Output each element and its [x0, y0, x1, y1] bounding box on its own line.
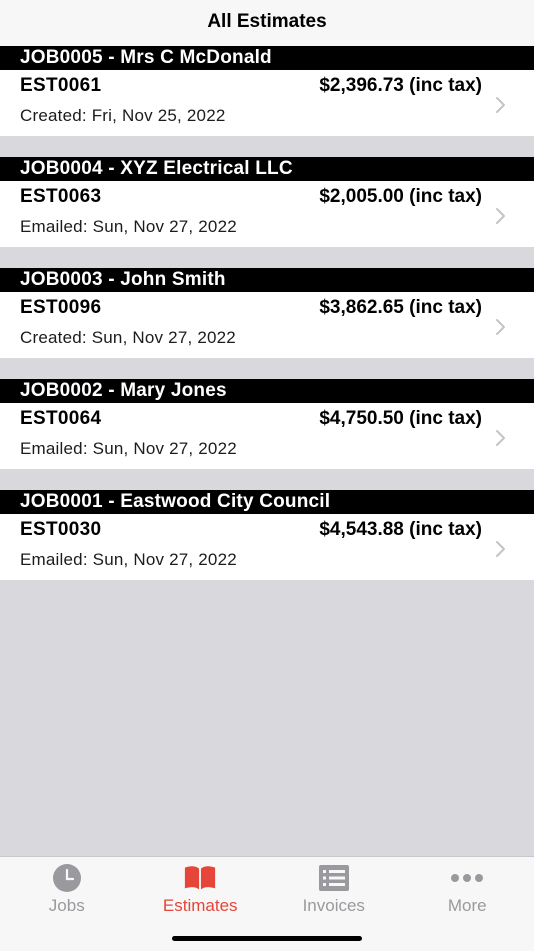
- tab-label: Invoices: [303, 896, 365, 916]
- estimate-row[interactable]: EST0030 $4,543.88 (inc tax) Emailed: Sun…: [0, 514, 534, 580]
- estimate-status: Emailed: Sun, Nov 27, 2022: [20, 217, 237, 237]
- estimate-status: Emailed: Sun, Nov 27, 2022: [20, 550, 237, 570]
- tab-more[interactable]: More: [401, 857, 534, 951]
- chevron-right-icon: [494, 96, 508, 114]
- job-header: JOB0002 - Mary Jones: [0, 379, 534, 403]
- estimate-group: JOB0005 - Mrs C McDonald EST0061 $2,396.…: [0, 46, 534, 136]
- clock-icon: [50, 863, 84, 893]
- estimate-number: EST0063: [20, 186, 101, 208]
- estimate-amount: $2,005.00 (inc tax): [319, 186, 482, 208]
- job-header: JOB0005 - Mrs C McDonald: [0, 46, 534, 70]
- estimate-amount: $4,543.88 (inc tax): [319, 519, 482, 541]
- estimate-row[interactable]: EST0063 $2,005.00 (inc tax) Emailed: Sun…: [0, 181, 534, 247]
- tab-label: Estimates: [163, 896, 238, 916]
- estimate-row[interactable]: EST0096 $3,862.65 (inc tax) Created: Sun…: [0, 292, 534, 358]
- estimate-amount: $4,750.50 (inc tax): [319, 408, 482, 430]
- estimate-amount: $3,862.65 (inc tax): [319, 297, 482, 319]
- estimate-number: EST0096: [20, 297, 101, 319]
- job-header: JOB0003 - John Smith: [0, 268, 534, 292]
- estimate-group: JOB0002 - Mary Jones EST0064 $4,750.50 (…: [0, 379, 534, 469]
- tab-label: More: [448, 896, 487, 916]
- tab-label: Jobs: [49, 896, 85, 916]
- estimate-number: EST0064: [20, 408, 101, 430]
- list-icon: [317, 863, 351, 893]
- book-icon: [183, 863, 217, 893]
- estimate-status: Created: Sun, Nov 27, 2022: [20, 328, 236, 348]
- estimate-row[interactable]: EST0064 $4,750.50 (inc tax) Emailed: Sun…: [0, 403, 534, 469]
- estimate-amount: $2,396.73 (inc tax): [319, 75, 482, 97]
- home-indicator[interactable]: [172, 936, 362, 941]
- job-header: JOB0001 - Eastwood City Council: [0, 490, 534, 514]
- chevron-right-icon: [494, 318, 508, 336]
- estimate-group: JOB0004 - XYZ Electrical LLC EST0063 $2,…: [0, 157, 534, 247]
- ellipsis-icon: [450, 863, 484, 893]
- estimate-group: JOB0003 - John Smith EST0096 $3,862.65 (…: [0, 268, 534, 358]
- page-title: All Estimates: [207, 11, 326, 33]
- tab-jobs[interactable]: Jobs: [0, 857, 134, 951]
- chevron-right-icon: [494, 429, 508, 447]
- estimate-number: EST0030: [20, 519, 101, 541]
- estimate-status: Emailed: Sun, Nov 27, 2022: [20, 439, 237, 459]
- estimates-list[interactable]: JOB0005 - Mrs C McDonald EST0061 $2,396.…: [0, 46, 534, 601]
- estimate-group: JOB0001 - Eastwood City Council EST0030 …: [0, 490, 534, 580]
- estimate-number: EST0061: [20, 75, 101, 97]
- job-header: JOB0004 - XYZ Electrical LLC: [0, 157, 534, 181]
- chevron-right-icon: [494, 540, 508, 558]
- estimate-row[interactable]: EST0061 $2,396.73 (inc tax) Created: Fri…: [0, 70, 534, 136]
- navigation-bar: All Estimates: [0, 0, 534, 46]
- chevron-right-icon: [494, 207, 508, 225]
- estimate-status: Created: Fri, Nov 25, 2022: [20, 106, 226, 126]
